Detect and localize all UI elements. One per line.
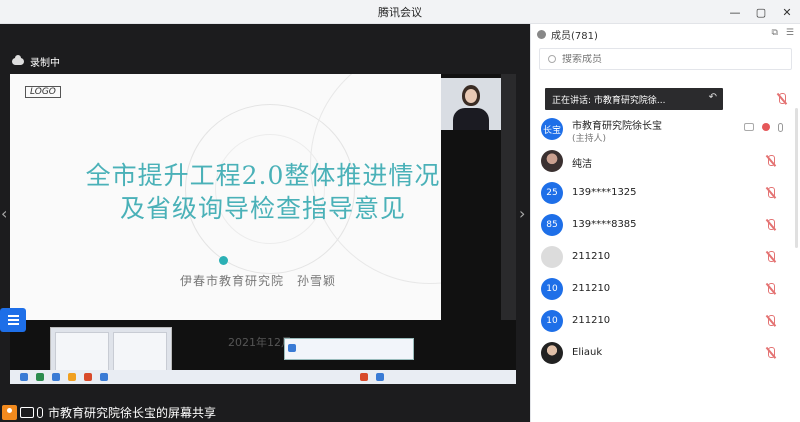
mic-muted-icon[interactable]: [765, 219, 777, 231]
members-title: 成员(781): [551, 30, 598, 42]
slide-logo: LOGO: [25, 86, 61, 98]
window-title: 腾讯会议: [378, 6, 422, 19]
member-name: 市教育研究院徐长宝: [572, 121, 662, 132]
member-name: 211210: [572, 315, 611, 326]
chevron-right-icon[interactable]: ›: [519, 204, 525, 223]
member-name: 139****8385: [572, 219, 637, 230]
search-input[interactable]: [562, 53, 762, 65]
mic-muted-icon[interactable]: [765, 251, 777, 263]
member-role: (主持人): [572, 134, 607, 144]
taskbar-app-icon[interactable]: [100, 373, 108, 381]
taskbar-app-icon[interactable]: [84, 373, 92, 381]
speaking-banner: 正在讲话: 市教育研究院徐... ↶: [545, 88, 723, 110]
slide-title-line-2: 及省级询导检查指导意见: [119, 194, 406, 223]
return-icon[interactable]: ↶: [709, 92, 717, 103]
mic-muted-icon[interactable]: [765, 315, 777, 327]
member-row[interactable]: 10 211210: [531, 274, 800, 306]
menu-line: [7, 323, 19, 325]
mic-muted-icon[interactable]: [765, 187, 777, 199]
presentation-slide: LOGO 全市提升工程2.0整体推进情况 及省级询导检查指导意见 伊春市教育研究…: [10, 74, 441, 320]
mic-muted-icon[interactable]: [765, 347, 777, 359]
member-row[interactable]: 85 139****8385: [531, 210, 800, 242]
speaker-body: [453, 108, 489, 130]
speaking-label: 正在讲话: 市教育研究院徐...: [552, 95, 666, 106]
taskbar-app-icon[interactable]: [36, 373, 44, 381]
avatar: [541, 150, 563, 172]
taskbar-app-icon[interactable]: [376, 373, 384, 381]
popout-icon[interactable]: ⧉: [771, 28, 777, 38]
panel-tools: ⧉ ☰: [771, 28, 794, 38]
recording-dot-icon: [762, 123, 770, 131]
search-icon: [548, 55, 556, 63]
recording-label: 录制中: [30, 58, 60, 69]
chevron-left-icon[interactable]: ‹: [1, 204, 7, 223]
mic-muted-icon[interactable]: [765, 155, 777, 167]
slide-dot: [219, 256, 228, 265]
member-row[interactable]: 长宝 市教育研究院徐长宝 (主持人): [531, 114, 800, 146]
slide-date: 2021年12月: [228, 336, 292, 349]
members-panel: 成员(781) ⧉ ☰ 正在讲话: 市教育研究院徐... ↶ 长宝 市教育研究院…: [530, 24, 800, 422]
shared-screen: LOGO 全市提升工程2.0整体推进情况 及省级询导检查指导意见 伊春市教育研究…: [10, 74, 516, 384]
avatar: [541, 342, 563, 364]
member-name: 211210: [572, 251, 611, 262]
speaker-face: [465, 89, 477, 103]
avatar: 10: [541, 278, 563, 300]
window-controls: — ▢ ✕: [722, 0, 800, 24]
microphone-icon[interactable]: [778, 123, 783, 132]
mic-muted-icon[interactable]: [776, 93, 788, 105]
cloud-icon: [12, 55, 24, 65]
avatar: 10: [541, 310, 563, 332]
members-icon: [537, 29, 546, 39]
remote-taskbar: [10, 370, 516, 384]
speaker-video[interactable]: [441, 78, 501, 130]
microphone-icon: [37, 406, 43, 418]
member-name: 纯洁: [572, 159, 592, 170]
slide-title-line-1: 全市提升工程2.0整体推进情况: [85, 161, 441, 190]
screen-share-icon: [20, 406, 34, 418]
taskbar-app-icon[interactable]: [360, 373, 368, 381]
slide-author: 伊春市教育研究院 孙雪颖: [180, 274, 337, 288]
member-name: Eliauk: [572, 347, 603, 358]
title-bar: 腾讯会议 — ▢ ✕: [0, 0, 800, 24]
member-name: 139****1325: [572, 187, 637, 198]
members-scrollbar[interactable]: [795, 108, 798, 248]
mic-muted-icon[interactable]: [765, 283, 777, 295]
taskbar-app-icon[interactable]: [20, 373, 28, 381]
recording-indicator: 录制中: [12, 54, 60, 69]
member-search[interactable]: [539, 48, 792, 70]
member-row[interactable]: 10 211210: [531, 306, 800, 338]
member-row[interactable]: Eliauk: [531, 338, 800, 370]
taskbar-app-icon[interactable]: [68, 373, 76, 381]
close-button[interactable]: ✕: [774, 0, 800, 24]
avatar: 长宝: [541, 118, 563, 140]
member-name: 211210: [572, 283, 611, 294]
share-status-label: 市教育研究院徐长宝的屏幕共享: [48, 405, 217, 420]
thumbnail[interactable]: [55, 332, 109, 372]
menu-line: [7, 319, 19, 321]
host-controls: [744, 123, 783, 132]
avatar: [541, 246, 563, 268]
more-icon[interactable]: ☰: [786, 28, 794, 38]
thumbnail[interactable]: [113, 332, 167, 372]
user-icon: [2, 404, 17, 420]
maximize-button[interactable]: ▢: [748, 0, 774, 24]
member-row[interactable]: 211210: [531, 242, 800, 274]
member-row[interactable]: 25 139****1325: [531, 178, 800, 210]
member-row[interactable]: 纯洁: [531, 146, 800, 178]
camera-icon[interactable]: [744, 123, 754, 131]
main-stage: 录制中 LOGO 全市提升工程2.0整体推进情况 及省级询导检查指导意见 伊春市…: [0, 24, 530, 422]
members-header: 成员(781) ⧉ ☰: [531, 24, 800, 44]
toolbar-menu-button[interactable]: [0, 308, 26, 332]
notification-popup[interactable]: [284, 338, 414, 360]
minimize-button[interactable]: —: [722, 0, 748, 24]
blurred-region: [501, 74, 516, 320]
avatar: 85: [541, 214, 563, 236]
taskbar-app-icon[interactable]: [52, 373, 60, 381]
share-status-bar: 市教育研究院徐长宝的屏幕共享: [0, 402, 530, 422]
menu-line: [7, 315, 19, 317]
avatar: 25: [541, 182, 563, 204]
